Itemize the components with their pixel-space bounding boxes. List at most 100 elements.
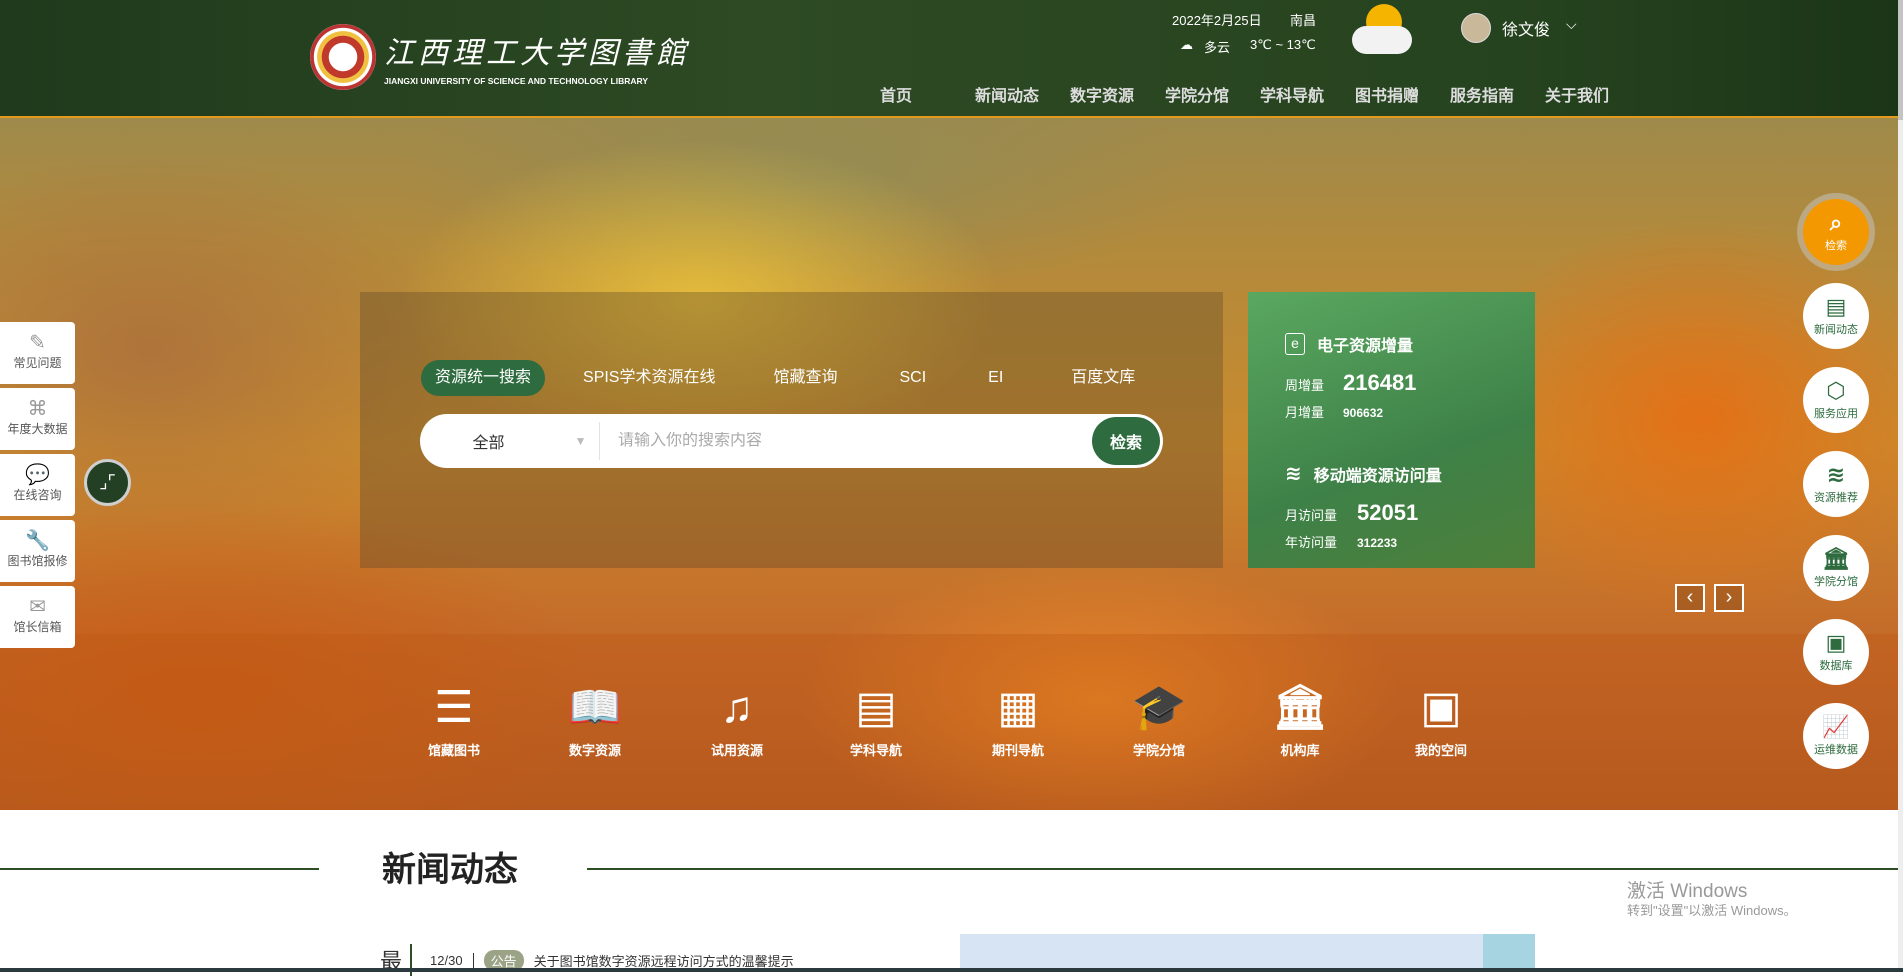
nav-subjects[interactable]: 学科导航 bbox=[1260, 82, 1355, 106]
weather: 多云 bbox=[1204, 40, 1231, 55]
music-note-icon: ♫ bbox=[720, 683, 754, 732]
float-label: 学院分馆 bbox=[1814, 576, 1858, 588]
logo-subtitle: JIANGXI UNIVERSITY OF SCIENCE AND TECHNO… bbox=[384, 76, 649, 86]
quick-link-label: 学院分馆 bbox=[1132, 743, 1185, 758]
site-header: 江西理工大学图書館 JIANGXI UNIVERSITY OF SCIENCE A… bbox=[0, 0, 1898, 118]
news-title[interactable]: 关于图书馆数字资源远程访问方式的温馨提示 bbox=[534, 951, 794, 970]
float-news[interactable]: ▤ 新闻动态 bbox=[1803, 283, 1869, 349]
database-icon: ▣ bbox=[1825, 630, 1847, 655]
sidebar-item-consult[interactable]: 💬 在线咨询 bbox=[0, 454, 75, 516]
library-logo[interactable]: 江西理工大学图書館 JIANGXI UNIVERSITY OF SCIENCE A… bbox=[310, 24, 690, 90]
city: 南昌 bbox=[1290, 13, 1317, 28]
nav-services[interactable]: 服务指南 bbox=[1450, 82, 1545, 106]
tab-spis[interactable]: SPIS学术资源在线 bbox=[569, 360, 729, 396]
collapse-sidebar-button[interactable]: ⌟⌜ bbox=[84, 459, 131, 506]
tab-baidu-wenku[interactable]: 百度文库 bbox=[1057, 360, 1149, 396]
nav-home[interactable]: 首页 bbox=[880, 82, 975, 106]
edit-question-icon: ✎ bbox=[29, 332, 46, 354]
sidebar-item-mailbox[interactable]: ✉ 馆长信箱 bbox=[0, 586, 75, 648]
float-label: 运维数据 bbox=[1814, 744, 1858, 756]
quick-link-my-space[interactable]: ▣ 我的空间 bbox=[1391, 680, 1491, 759]
yearly-visit-label: 年访问量 bbox=[1285, 535, 1338, 550]
chevron-down-icon[interactable]: ⌵ bbox=[1566, 16, 1577, 33]
quick-link-trial[interactable]: ♫ 试用资源 bbox=[687, 680, 787, 759]
layers-icon: ≋ bbox=[1285, 463, 1302, 485]
scrollbar[interactable] bbox=[1898, 0, 1903, 972]
float-search[interactable]: ⌕ 检索 bbox=[1803, 199, 1869, 265]
tab-unified-search[interactable]: 资源统一搜索 bbox=[421, 360, 546, 396]
sidebar-item-label: 常见问题 bbox=[13, 356, 62, 370]
float-services[interactable]: ⬡ 服务应用 bbox=[1803, 367, 1869, 433]
logo-title: 江西理工大学图書館 bbox=[384, 36, 690, 71]
cloud-icon: ☁ bbox=[1180, 37, 1193, 52]
user-name[interactable]: 徐文俊 bbox=[1502, 16, 1550, 40]
tab-sci[interactable]: SCI bbox=[886, 360, 941, 396]
quick-link-subjects[interactable]: ▤ 学科导航 bbox=[826, 680, 926, 759]
sidebar-item-label: 在线咨询 bbox=[13, 488, 62, 502]
nav-branches[interactable]: 学院分馆 bbox=[1165, 82, 1260, 106]
sidebar-item-repair[interactable]: 🔧 图书馆报修 bbox=[0, 520, 75, 582]
mail-icon: ✉ bbox=[29, 596, 46, 618]
user-card-icon: ▣ bbox=[1420, 683, 1462, 732]
newspaper-icon: ▤ bbox=[1825, 294, 1847, 319]
chart-up-icon: 📈 bbox=[1822, 714, 1850, 739]
e-resource-title: 电子资源增量 bbox=[1317, 338, 1414, 355]
quick-link-digital[interactable]: 📖 数字资源 bbox=[545, 680, 645, 759]
quick-link-label: 学科导航 bbox=[849, 743, 902, 758]
week-value: 216481 bbox=[1343, 370, 1417, 395]
float-branches[interactable]: 🏛 学院分馆 bbox=[1803, 535, 1869, 601]
quick-link-label: 期刊导航 bbox=[991, 743, 1044, 758]
sidebar-item-label: 图书馆报修 bbox=[7, 554, 68, 568]
sidebar-item-label: 年度大数据 bbox=[7, 422, 68, 436]
float-label: 资源推荐 bbox=[1814, 492, 1858, 504]
sidebar-item-label: 馆长信箱 bbox=[13, 620, 62, 634]
quick-link-label: 馆藏图书 bbox=[427, 743, 480, 758]
scope-value: 全部 bbox=[472, 435, 505, 452]
cube-icon: ⬡ bbox=[1826, 378, 1846, 403]
float-ops-data[interactable]: 📈 运维数据 bbox=[1803, 703, 1869, 769]
week-label: 周增量 bbox=[1285, 378, 1325, 393]
nav-about[interactable]: 关于我们 bbox=[1545, 82, 1640, 106]
quick-link-journals[interactable]: ▦ 期刊导航 bbox=[968, 680, 1068, 759]
news-image[interactable] bbox=[960, 934, 1535, 972]
activation-watermark-text: 转到"设置"以激活 Windows。 bbox=[1627, 903, 1797, 918]
stats-card: e 电子资源增量 周增量 216481 月增量 906632 ≋ 移动端资源访问量 月访… bbox=[1248, 292, 1535, 568]
collapse-icon: ⌟⌜ bbox=[99, 472, 116, 492]
yearly-visit-value: 312233 bbox=[1357, 536, 1398, 550]
quick-link-label: 数字资源 bbox=[568, 743, 621, 758]
quick-link-repository[interactable]: 🏛 机构库 bbox=[1250, 680, 1350, 759]
float-label: 数据库 bbox=[1819, 660, 1853, 672]
prev-slide-button[interactable]: ‹ bbox=[1675, 584, 1705, 612]
nav-donation[interactable]: 图书捐赠 bbox=[1355, 82, 1450, 106]
float-label: 检索 bbox=[1825, 240, 1847, 252]
tab-ei[interactable]: EI bbox=[974, 360, 1017, 396]
scope-select[interactable]: 全部 ▼ bbox=[420, 422, 600, 460]
quick-link-label: 试用资源 bbox=[710, 743, 763, 758]
activation-watermark-title: 激活 Windows bbox=[1627, 881, 1748, 902]
shelf-icon: ☰ bbox=[434, 683, 474, 732]
float-database[interactable]: ▣ 数据库 bbox=[1803, 619, 1869, 685]
news-section-header: 新闻动态 bbox=[0, 842, 1898, 892]
float-label: 新闻动态 bbox=[1814, 324, 1858, 336]
search-input[interactable] bbox=[600, 432, 1092, 450]
mobile-visit-title: 移动端资源访问量 bbox=[1313, 467, 1442, 485]
quick-link-collection[interactable]: ☰ 馆藏图书 bbox=[404, 680, 504, 759]
sidebar-item-annual-data[interactable]: ⌘ 年度大数据 bbox=[0, 388, 75, 450]
avatar[interactable] bbox=[1461, 13, 1491, 43]
tab-catalog[interactable]: 馆藏查询 bbox=[759, 360, 851, 396]
divider bbox=[0, 868, 319, 870]
section-title: 新闻动态 bbox=[382, 851, 518, 889]
bank-icon: 🏛 bbox=[1822, 546, 1850, 571]
sidebar-item-faq[interactable]: ✎ 常见问题 bbox=[0, 322, 75, 384]
quick-link-label: 我的空间 bbox=[1414, 743, 1467, 758]
search-button[interactable]: 检索 bbox=[1092, 417, 1160, 465]
taskbar bbox=[0, 968, 1903, 972]
weather-sun-cloud-icon bbox=[1352, 4, 1412, 60]
float-recommend[interactable]: ≋ 资源推荐 bbox=[1803, 451, 1869, 517]
divider bbox=[587, 868, 1898, 870]
quick-link-branches[interactable]: 🎓 学院分馆 bbox=[1109, 680, 1209, 759]
next-slide-button[interactable]: › bbox=[1714, 584, 1744, 612]
nav-news[interactable]: 新闻动态 bbox=[975, 82, 1070, 106]
nav-digital[interactable]: 数字资源 bbox=[1070, 82, 1165, 106]
university-seal-icon bbox=[310, 24, 376, 90]
